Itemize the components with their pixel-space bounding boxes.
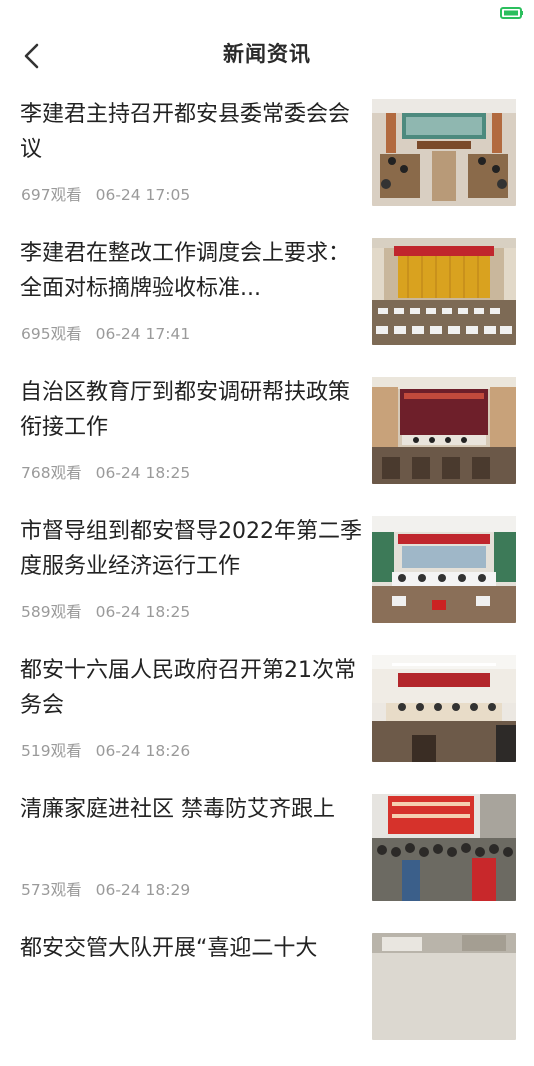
news-meta: 768观看 06-24 18:25 <box>21 461 190 483</box>
meeting-photo <box>372 99 516 206</box>
page-title: 新闻资讯 <box>223 42 311 66</box>
news-thumbnail[interactable] <box>372 238 516 345</box>
view-count: 589观看 <box>21 603 82 621</box>
news-item[interactable]: 自治区教育厅到都安调研帮扶政策衔接工作 768观看 06-24 18:25 <box>0 371 534 510</box>
view-count: 573观看 <box>21 881 82 899</box>
publish-time: 06-24 17:05 <box>95 186 191 204</box>
news-item[interactable]: 市督导组到都安督导2022年第二季度服务业经济运行工作 589观看 06-24 1… <box>0 510 534 649</box>
publish-time: 06-24 18:25 <box>95 603 191 621</box>
news-title[interactable]: 市督导组到都安督导2022年第二季度服务业经济运行工作 <box>20 514 362 584</box>
news-title[interactable]: 李建君在整改工作调度会上要求：全面对标摘牌验收标准... <box>20 236 362 306</box>
news-thumbnail[interactable] <box>372 377 516 484</box>
news-thumbnail[interactable] <box>372 99 516 206</box>
news-item[interactable]: 李建君主持召开都安县委常委会会议 697观看 06-24 17:05 <box>0 93 534 232</box>
publish-time: 06-24 18:25 <box>95 464 191 482</box>
news-title[interactable]: 都安十六届人民政府召开第21次常务会 <box>20 653 362 723</box>
news-item[interactable]: 都安十六届人民政府召开第21次常务会 519观看 06-24 18:26 <box>0 649 534 788</box>
news-item[interactable]: 李建君在整改工作调度会上要求：全面对标摘牌验收标准... 695观看 06-24 … <box>0 232 534 371</box>
news-thumbnail[interactable] <box>372 794 516 901</box>
meeting-photo <box>372 655 516 762</box>
news-item[interactable]: 清廉家庭进社区 禁毒防艾齐跟上 573观看 06-24 18:29 <box>0 788 534 927</box>
view-count: 695观看 <box>21 325 82 343</box>
news-thumbnail[interactable] <box>372 655 516 762</box>
news-list: 李建君主持召开都安县委常委会会议 697观看 06-24 17:05 李建君在整… <box>0 93 534 1066</box>
news-meta: 695观看 06-24 17:41 <box>21 322 190 344</box>
view-count: 768观看 <box>21 464 82 482</box>
publish-time: 06-24 18:29 <box>95 881 191 899</box>
news-title[interactable]: 自治区教育厅到都安调研帮扶政策衔接工作 <box>20 375 362 445</box>
meeting-photo <box>372 238 516 345</box>
news-title[interactable]: 李建君主持召开都安县委常委会会议 <box>20 97 362 167</box>
news-thumbnail[interactable] <box>372 516 516 623</box>
news-photo <box>372 933 516 1040</box>
news-meta: 573观看 06-24 18:29 <box>21 878 190 900</box>
view-count: 697观看 <box>21 186 82 204</box>
news-item[interactable]: 都安交管大队开展“喜迎二十大 <box>0 927 534 1066</box>
news-meta: 519观看 06-24 18:26 <box>21 739 190 761</box>
publish-time: 06-24 18:26 <box>95 742 191 760</box>
meeting-photo <box>372 516 516 623</box>
news-meta: 697观看 06-24 17:05 <box>21 183 190 205</box>
community-event-photo <box>372 794 516 901</box>
news-meta: 589观看 06-24 18:25 <box>21 600 190 622</box>
news-thumbnail[interactable] <box>372 933 516 1040</box>
view-count: 519观看 <box>21 742 82 760</box>
news-title[interactable]: 都安交管大队开展“喜迎二十大 <box>20 931 362 966</box>
news-title[interactable]: 清廉家庭进社区 禁毒防艾齐跟上 <box>20 792 362 827</box>
nav-header: 新闻资讯 <box>0 0 534 100</box>
publish-time: 06-24 17:41 <box>95 325 191 343</box>
meeting-photo <box>372 377 516 484</box>
